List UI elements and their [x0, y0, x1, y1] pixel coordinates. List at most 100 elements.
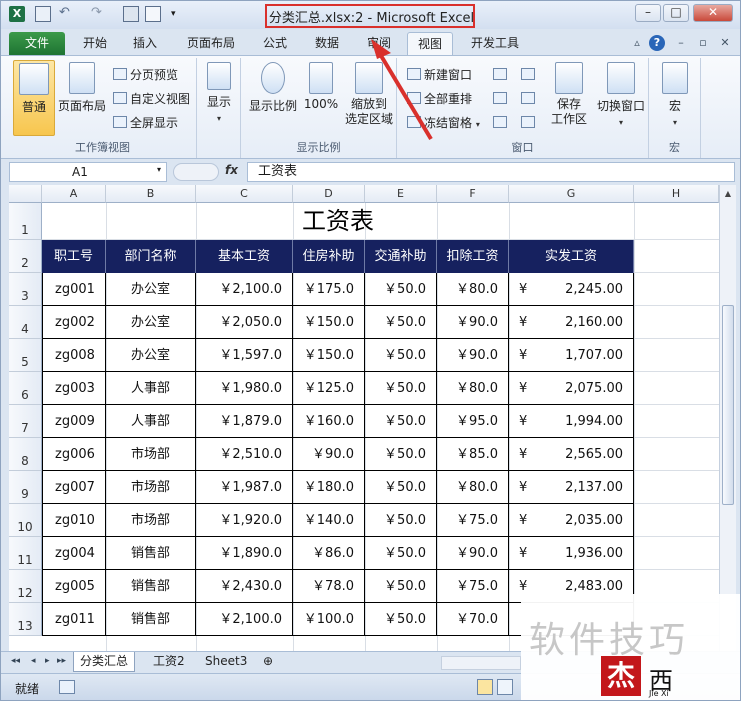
- table-cell[interactable]: ￥50.0: [365, 504, 437, 537]
- column-header-b[interactable]: B: [106, 185, 196, 203]
- table-cell[interactable]: ￥1,890.0: [196, 537, 293, 570]
- table-cell[interactable]: ￥2,510.0: [196, 438, 293, 471]
- table-header-cell[interactable]: 基本工资: [196, 240, 293, 273]
- table-cell[interactable]: zg009: [42, 405, 106, 438]
- table-cell[interactable]: ￥50.0: [365, 537, 437, 570]
- row-header-10[interactable]: 10: [9, 504, 42, 537]
- table-cell[interactable]: zg005: [42, 570, 106, 603]
- worksheet-grid[interactable]: ABCDEFGH 1 2 3 4 5 6 7 8 9 10 11 12 13 工资表 职工号 部门名称 基本…: [9, 185, 719, 651]
- row-header-2[interactable]: 2: [9, 240, 42, 273]
- tab-home[interactable]: 开始: [75, 32, 115, 55]
- horizontal-scrollbar[interactable]: [441, 656, 521, 670]
- doc-restore-icon[interactable]: ▫: [695, 35, 711, 51]
- table-header-cell[interactable]: 住房补助: [293, 240, 365, 273]
- table-cell[interactable]: ￥2,100.0: [196, 273, 293, 306]
- save-workspace-button[interactable]: 保存 工作区: [547, 60, 591, 127]
- arrange-all-button[interactable]: 全部重排: [407, 90, 472, 108]
- sheet-title-cell[interactable]: 工资表: [42, 203, 634, 240]
- table-cell[interactable]: ￥85.0: [437, 438, 509, 471]
- table-cell[interactable]: ￥50.0: [365, 306, 437, 339]
- table-cell-actual-salary[interactable]: ¥2,035.00: [509, 504, 634, 537]
- split-button[interactable]: [493, 66, 510, 84]
- tab-page-layout[interactable]: 页面布局: [179, 32, 243, 55]
- table-cell-actual-salary[interactable]: ¥1,936.00: [509, 537, 634, 570]
- page-break-preview-button[interactable]: 分页预览: [113, 66, 178, 84]
- show-button[interactable]: 显示 ▾: [201, 60, 237, 124]
- table-header-cell[interactable]: 部门名称: [106, 240, 196, 273]
- column-header-d[interactable]: D: [293, 185, 365, 203]
- table-cell[interactable]: zg011: [42, 603, 106, 636]
- hide-button[interactable]: [493, 90, 510, 108]
- table-cell[interactable]: ￥1,920.0: [196, 504, 293, 537]
- table-cell[interactable]: ￥50.0: [365, 570, 437, 603]
- table-cell[interactable]: zg010: [42, 504, 106, 537]
- row-header-4[interactable]: 4: [9, 306, 42, 339]
- row-header-6[interactable]: 6: [9, 372, 42, 405]
- column-header-e[interactable]: E: [365, 185, 437, 203]
- zoom-button[interactable]: 显示比例: [245, 60, 301, 114]
- column-header-g[interactable]: G: [509, 185, 634, 203]
- column-header-h[interactable]: H: [634, 185, 719, 203]
- table-cell[interactable]: ￥125.0: [293, 372, 365, 405]
- table-cell[interactable]: zg006: [42, 438, 106, 471]
- table-cell[interactable]: ￥90.0: [437, 339, 509, 372]
- row-header-3[interactable]: 3: [9, 273, 42, 306]
- row-header-7[interactable]: 7: [9, 405, 42, 438]
- scroll-up-icon[interactable]: ▲: [722, 187, 734, 201]
- table-cell[interactable]: ￥50.0: [365, 471, 437, 504]
- table-cell-actual-salary[interactable]: ¥2,160.00: [509, 306, 634, 339]
- help-icon[interactable]: ?: [649, 35, 665, 51]
- table-cell[interactable]: 销售部: [106, 570, 196, 603]
- table-cell[interactable]: ￥50.0: [365, 273, 437, 306]
- table-cell[interactable]: ￥180.0: [293, 471, 365, 504]
- row-header-11[interactable]: 11: [9, 537, 42, 570]
- table-cell[interactable]: ￥50.0: [365, 339, 437, 372]
- doc-minimize-icon[interactable]: –: [673, 35, 689, 51]
- table-cell[interactable]: ￥50.0: [365, 372, 437, 405]
- new-window-button[interactable]: 新建窗口: [407, 66, 472, 84]
- close-button[interactable]: ✕: [693, 4, 733, 22]
- sheet-tab-sheet3[interactable]: Sheet3: [199, 652, 253, 672]
- table-cell[interactable]: ￥175.0: [293, 273, 365, 306]
- sync-scroll-button[interactable]: [521, 90, 538, 108]
- table-cell[interactable]: ￥160.0: [293, 405, 365, 438]
- table-header-cell[interactable]: 职工号: [42, 240, 106, 273]
- table-cell[interactable]: 市场部: [106, 471, 196, 504]
- tab-formulas[interactable]: 公式: [255, 32, 295, 55]
- table-cell[interactable]: 人事部: [106, 405, 196, 438]
- full-screen-button[interactable]: 全屏显示: [113, 114, 178, 132]
- table-cell[interactable]: ￥80.0: [437, 372, 509, 405]
- select-all-corner[interactable]: [9, 185, 42, 203]
- table-cell[interactable]: zg003: [42, 372, 106, 405]
- table-cell[interactable]: ￥100.0: [293, 603, 365, 636]
- table-cell[interactable]: ￥80.0: [437, 471, 509, 504]
- table-cell[interactable]: zg008: [42, 339, 106, 372]
- minimize-button[interactable]: –: [635, 4, 661, 22]
- column-header-a[interactable]: A: [42, 185, 106, 203]
- row-header-12[interactable]: 12: [9, 570, 42, 603]
- tab-review[interactable]: 审阅: [359, 32, 399, 55]
- freeze-panes-button[interactable]: 冻结窗格 ▾: [407, 114, 480, 132]
- switch-windows-button[interactable]: 切换窗口 ▾: [593, 60, 649, 128]
- table-cell[interactable]: ￥140.0: [293, 504, 365, 537]
- table-header-cell[interactable]: 实发工资: [509, 240, 634, 273]
- unhide-button[interactable]: [493, 114, 510, 132]
- reset-position-button[interactable]: [521, 114, 538, 132]
- table-cell[interactable]: 办公室: [106, 339, 196, 372]
- first-sheet-icon[interactable]: ◂◂: [11, 656, 20, 666]
- row-header-1[interactable]: 1: [9, 203, 42, 240]
- row-header-13[interactable]: 13: [9, 603, 42, 636]
- table-cell[interactable]: 市场部: [106, 438, 196, 471]
- tab-data[interactable]: 数据: [307, 32, 347, 55]
- row-header-5[interactable]: 5: [9, 339, 42, 372]
- column-header-c[interactable]: C: [196, 185, 293, 203]
- table-cell[interactable]: ￥75.0: [437, 570, 509, 603]
- table-cell[interactable]: ￥95.0: [437, 405, 509, 438]
- table-cell[interactable]: ￥2,050.0: [196, 306, 293, 339]
- table-cell[interactable]: ￥75.0: [437, 504, 509, 537]
- prev-sheet-icon[interactable]: ◂: [31, 656, 36, 666]
- table-cell[interactable]: zg002: [42, 306, 106, 339]
- table-cell[interactable]: ￥90.0: [437, 537, 509, 570]
- table-cell[interactable]: ￥1,879.0: [196, 405, 293, 438]
- next-sheet-icon[interactable]: ▸: [45, 656, 50, 666]
